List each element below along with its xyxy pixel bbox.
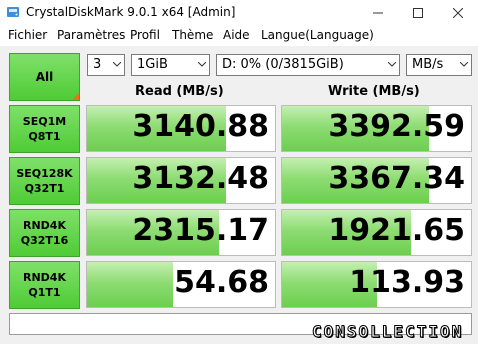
menu-langue[interactable]: Langue(Language)	[261, 28, 374, 42]
test-size-value: 1GiB	[137, 57, 168, 72]
write-result-value: 3392.59	[328, 109, 465, 144]
all-button-label: All	[35, 70, 54, 84]
chevron-down-icon	[113, 62, 121, 67]
write-header: Write (MB/s)	[328, 84, 420, 99]
chevron-down-icon	[388, 62, 396, 67]
row-label-line1: RND4K	[23, 219, 66, 232]
rnd4k-q1t1-button[interactable]: RND4K Q1T1	[9, 261, 80, 309]
seq1m-q8t1-button[interactable]: SEQ1M Q8T1	[9, 105, 80, 153]
menu-fichier[interactable]: Fichier	[8, 28, 47, 42]
window-title: CrystalDiskMark 9.0.1 x64 [Admin]	[26, 5, 236, 19]
watermark-text: CONSOLLECTION	[311, 322, 464, 342]
maximize-button[interactable]	[398, 0, 438, 26]
corner-marker	[72, 93, 79, 100]
drive-select[interactable]: D: 0% (0/3815GiB)	[216, 54, 400, 76]
row-label-line1: SEQ128K	[16, 167, 73, 180]
write-result-value: 1921.65	[328, 213, 465, 248]
read-header: Read (MB/s)	[135, 84, 224, 99]
read-progress-bar	[87, 262, 174, 307]
menu-theme[interactable]: Thème	[172, 28, 213, 42]
test-count-value: 3	[93, 57, 102, 72]
row-label-line2: Q1T1	[28, 286, 61, 299]
minimize-button[interactable]	[358, 0, 398, 26]
read-result-value: 2315.17	[132, 213, 269, 248]
read-result-value: 54.68	[174, 265, 269, 300]
close-button[interactable]	[438, 0, 478, 26]
maximize-icon	[413, 8, 423, 18]
write-result-value: 3367.34	[328, 161, 465, 196]
all-button[interactable]: All	[9, 53, 80, 101]
row-label-line2: Q32T1	[24, 182, 65, 195]
write-result-cell: 3367.34	[281, 157, 472, 204]
test-count-select[interactable]: 3	[87, 54, 125, 76]
write-result-cell: 1921.65	[281, 209, 472, 256]
unit-value: MB/s	[412, 57, 444, 72]
row-label-line1: SEQ1M	[22, 115, 67, 128]
close-icon	[453, 8, 463, 18]
unit-select[interactable]: MB/s	[406, 54, 472, 76]
read-result-value: 3140.88	[132, 109, 269, 144]
minimize-icon	[373, 12, 383, 14]
row-label-line1: RND4K	[23, 271, 66, 284]
menu-profil[interactable]: Profil	[130, 28, 160, 42]
row-label-line2: Q32T16	[20, 234, 69, 247]
chevron-down-icon	[198, 62, 206, 67]
write-result-cell: 3392.59	[281, 105, 472, 152]
app-disk-icon	[7, 7, 19, 17]
read-result-cell: 3140.88	[86, 105, 276, 152]
write-result-value: 113.93	[349, 265, 465, 300]
read-result-cell: 3132.48	[86, 157, 276, 204]
menu-parametres[interactable]: Paramètres	[57, 28, 125, 42]
rnd4k-q32t16-button[interactable]: RND4K Q32T16	[9, 209, 80, 257]
test-size-select[interactable]: 1GiB	[131, 54, 210, 76]
chevron-down-icon	[460, 62, 468, 67]
seq128k-q32t1-button[interactable]: SEQ128K Q32T1	[9, 157, 80, 205]
read-result-value: 3132.48	[132, 161, 269, 196]
read-result-cell: 54.68	[86, 261, 276, 308]
read-result-cell: 2315.17	[86, 209, 276, 256]
drive-value: D: 0% (0/3815GiB)	[222, 57, 344, 72]
menu-aide[interactable]: Aide	[223, 28, 250, 42]
row-label-line2: Q8T1	[28, 130, 61, 143]
title-bar: CrystalDiskMark 9.0.1 x64 [Admin]	[0, 0, 478, 26]
write-result-cell: 113.93	[281, 261, 472, 308]
menu-bar: Fichier Paramètres Profil Thème Aide Lan…	[0, 26, 478, 46]
